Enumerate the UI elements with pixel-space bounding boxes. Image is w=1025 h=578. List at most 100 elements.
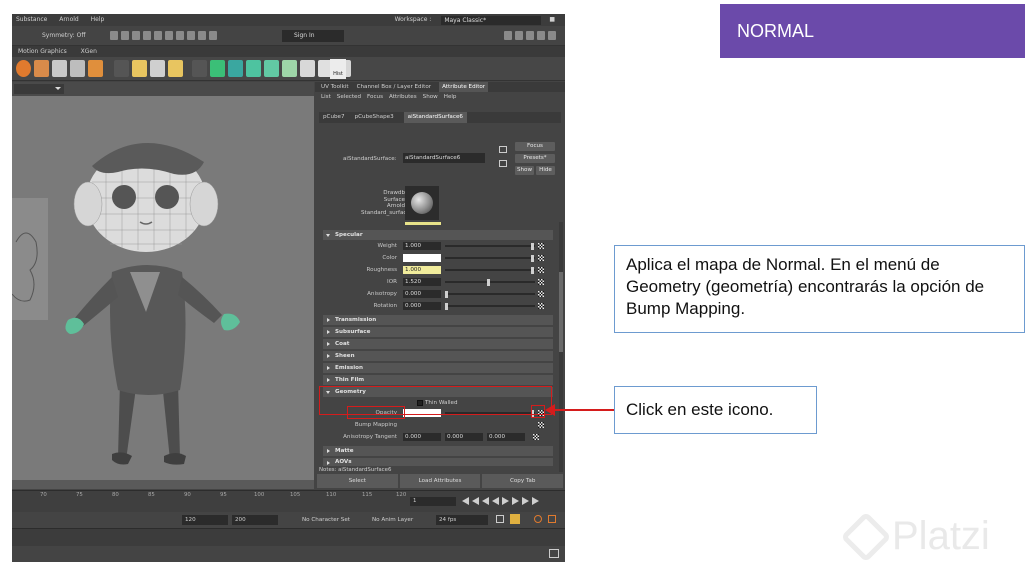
output-connection-icon[interactable] [499,160,507,167]
section-matte[interactable]: Matte [323,446,553,456]
hide-button[interactable]: Hide [536,166,555,175]
section-specular[interactable]: Specular [323,230,553,240]
swatch-resize-handle[interactable] [405,222,441,225]
aov-icon[interactable] [300,60,315,77]
attr-roughness-slider[interactable] [445,269,535,271]
node-tab-aistandardsurface[interactable]: aiStandardSurface6 [403,112,467,123]
loop-icon[interactable] [496,515,504,523]
presets-button[interactable]: Presets* [515,154,555,163]
ae-menu-list[interactable]: List [321,92,331,103]
auto-key-icon[interactable] [510,514,520,524]
node-tab-pcubeshape[interactable]: pCubeShape3 [355,112,394,123]
tool-settings-icon[interactable] [537,31,545,40]
section-emission[interactable]: Emission [323,363,553,373]
surface-name-field[interactable]: aiStandardSurface6 [403,153,485,163]
channel-box-icon[interactable] [526,31,534,40]
command-line[interactable] [12,528,565,546]
attr-ior-knob[interactable] [487,279,490,286]
section-thin-film[interactable]: Thin Film [323,375,553,385]
select-node-icon[interactable] [499,146,507,153]
map-button-icon[interactable] [538,279,544,285]
layout-icon[interactable] [515,31,523,40]
focus-button[interactable]: Focus [515,142,555,151]
attr-aniso-tangent-y[interactable]: 0.000 [445,433,483,441]
map-button-icon[interactable] [538,291,544,297]
render-settings-icon[interactable] [176,31,184,40]
attr-weight-slider[interactable] [445,245,535,247]
play-forward-icon[interactable] [502,497,509,505]
skydome-icon[interactable] [52,60,67,77]
tab-uv-toolkit[interactable]: UV Toolkit [321,82,349,92]
go-to-end-icon[interactable] [532,497,539,505]
area-light-icon[interactable] [70,60,85,77]
step-back-icon[interactable] [482,497,489,505]
step-forward-icon[interactable] [512,497,519,505]
snap-point-icon[interactable] [132,31,140,40]
attr-anisotropy-field[interactable]: 0.000 [403,290,441,298]
ae-menu-help[interactable]: Help [444,92,457,103]
workspace-dropdown[interactable]: Maya Classic* [441,15,542,25]
play-back-icon[interactable] [492,497,499,505]
symmetry-dropdown[interactable]: Symmetry: Off [42,32,85,39]
attr-ior-slider[interactable] [445,281,535,283]
attr-weight-field[interactable]: 1.000 [403,242,441,250]
mesh-light-icon[interactable] [228,60,243,77]
ipr-icon[interactable] [165,31,173,40]
time-slider[interactable]: 70 75 80 85 90 95 100 105 110 115 120 1 [12,490,565,512]
snap-curve-icon[interactable] [121,31,129,40]
stand-in-icon[interactable] [246,60,261,77]
ae-menu-attributes[interactable]: Attributes [389,92,417,103]
go-to-start-icon[interactable] [462,497,469,505]
map-button-icon[interactable] [538,267,544,273]
section-coat[interactable]: Coat [323,339,553,349]
settings-icon[interactable] [548,515,556,523]
copy-tab-button[interactable]: Copy Tab [482,474,564,488]
tab-channel-box[interactable]: Channel Box / Layer Editor [357,82,432,92]
ae-menu-show[interactable]: Show [423,92,438,103]
step-forward-key-icon[interactable] [522,497,529,505]
attr-roughness-knob[interactable] [531,267,534,274]
show-button[interactable]: Show [515,166,534,175]
tab-attribute-editor[interactable]: Attribute Editor [439,82,489,92]
viewport-3d[interactable] [12,82,314,489]
attr-rotation-slider[interactable] [445,305,535,307]
attr-aniso-tangent-z[interactable]: 0.000 [487,433,525,441]
attr-color-slider[interactable] [445,257,535,259]
volume-icon[interactable] [210,60,225,77]
map-button-icon[interactable] [538,303,544,309]
select-button[interactable]: Select [317,474,398,488]
section-subsurface[interactable]: Subsurface [323,327,553,337]
pencil-icon[interactable] [132,60,147,77]
render-frame-icon[interactable] [143,31,151,40]
ae-menu-selected[interactable]: Selected [337,92,361,103]
attr-rotation-field[interactable]: 0.000 [403,302,441,310]
range-max-field[interactable]: 200 [232,515,278,525]
attr-rotation-knob[interactable] [445,303,448,310]
shelf-tab-motion-graphics[interactable]: Motion Graphics [18,48,67,55]
proc-icon[interactable] [282,60,297,77]
hypershade-icon[interactable] [187,31,195,40]
map-button-icon[interactable] [533,434,539,440]
attr-anisotropy-slider[interactable] [445,293,535,295]
ae-menu-focus[interactable]: Focus [367,92,383,103]
material-swatch[interactable] [405,186,439,220]
brush-icon[interactable] [168,60,183,77]
attr-aniso-tangent-x[interactable]: 0.000 [403,433,441,441]
character-set-dropdown[interactable]: No Character Set [302,517,350,523]
attr-ior-field[interactable]: 1.520 [403,278,441,286]
snap-grid-icon[interactable] [110,31,118,40]
load-attributes-button[interactable]: Load Attributes [399,474,481,488]
menu-arnold[interactable]: Arnold [59,16,78,23]
attr-roughness-field[interactable]: 1.000 [403,266,441,274]
range-end-field[interactable]: 120 [182,515,228,525]
arnold-icon[interactable] [16,60,31,77]
current-frame-field[interactable]: 1 [410,497,456,506]
sign-in-dropdown[interactable]: Sign In [282,30,344,42]
menu-help[interactable]: Help [91,16,105,23]
bump-map-button-icon[interactable] [538,422,544,428]
anim-prefs-icon[interactable] [534,515,542,523]
node-tab-pcube[interactable]: pCube7 [323,112,345,123]
light-icon[interactable] [34,60,49,77]
history-icon[interactable]: Hist [330,59,346,79]
attr-color-knob[interactable] [531,255,534,262]
